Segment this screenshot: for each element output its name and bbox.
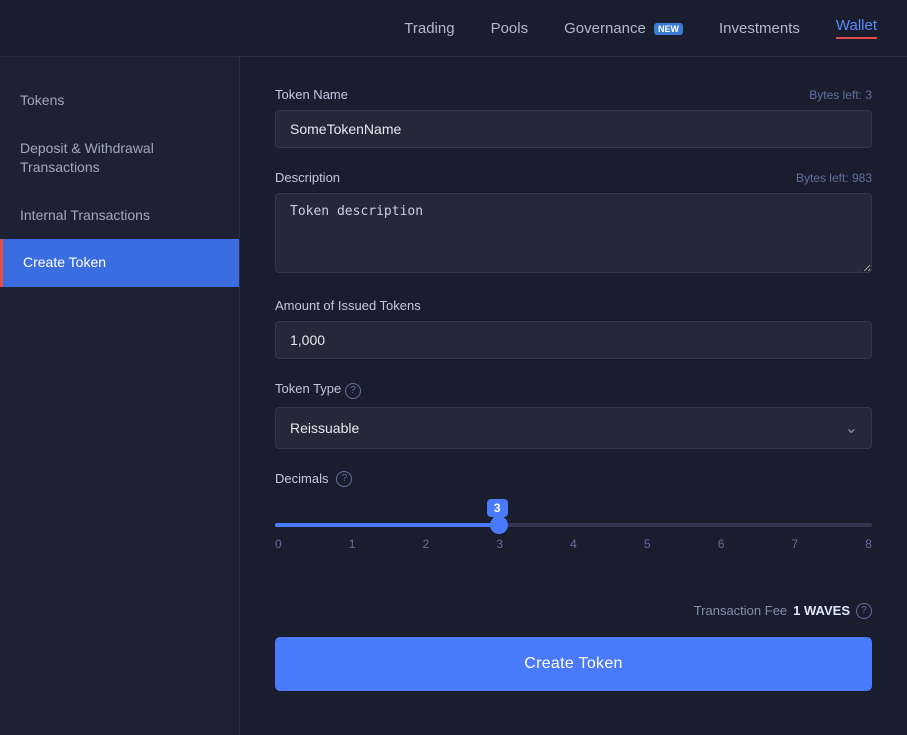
nav-governance[interactable]: Governance NEW xyxy=(564,20,683,37)
sidebar-item-internal-transactions[interactable]: Internal Transactions xyxy=(0,192,239,240)
slider-value-bubble: 3 xyxy=(487,499,508,517)
fee-help-icon[interactable]: ? xyxy=(856,603,872,619)
slider-fill xyxy=(275,523,499,527)
token-type-help-icon[interactable]: ? xyxy=(345,383,361,399)
amount-group: Amount of Issued Tokens xyxy=(275,298,872,359)
main-layout: Tokens Deposit & Withdrawal Transactions… xyxy=(0,57,907,735)
description-input[interactable]: Token description xyxy=(275,193,872,273)
amount-label: Amount of Issued Tokens xyxy=(275,298,421,313)
main-content: Token Name Bytes left: 3 Description Byt… xyxy=(240,57,907,735)
nav-wallet[interactable]: Wallet xyxy=(836,17,877,39)
slider-track xyxy=(275,523,872,527)
slider-ticks: 0 1 2 3 4 5 6 7 8 xyxy=(275,537,872,551)
description-bytes: Bytes left: 983 xyxy=(796,171,872,185)
token-type-group: Token Type ? Reissuable Non-reissuable ⌄ xyxy=(275,381,872,449)
create-token-button[interactable]: Create Token xyxy=(275,637,872,691)
decimals-help-icon[interactable]: ? xyxy=(336,471,352,487)
nav-investments[interactable]: Investments xyxy=(719,20,800,37)
token-name-label: Token Name xyxy=(275,87,348,102)
token-type-label: Token Type ? xyxy=(275,381,361,399)
token-name-bytes: Bytes left: 3 xyxy=(809,88,872,102)
sidebar-item-create-token[interactable]: Create Token xyxy=(0,239,239,287)
fee-label: Transaction Fee xyxy=(694,603,787,618)
sidebar: Tokens Deposit & Withdrawal Transactions… xyxy=(0,57,240,735)
token-type-select[interactable]: Reissuable Non-reissuable xyxy=(275,407,872,449)
fee-amount: 1 WAVES xyxy=(793,603,850,618)
fee-row: Transaction Fee 1 WAVES ? xyxy=(275,603,872,619)
top-navigation: Trading Pools Governance NEW Investments… xyxy=(0,0,907,57)
token-type-select-wrapper: Reissuable Non-reissuable ⌄ xyxy=(275,407,872,449)
nav-trading[interactable]: Trading xyxy=(404,20,454,37)
governance-badge: NEW xyxy=(654,23,683,35)
sidebar-item-deposit-withdrawal[interactable]: Deposit & Withdrawal Transactions xyxy=(0,125,239,192)
amount-input[interactable] xyxy=(275,321,872,359)
slider-thumb[interactable] xyxy=(490,516,508,534)
sidebar-item-tokens[interactable]: Tokens xyxy=(0,77,239,125)
description-label: Description xyxy=(275,170,340,185)
token-name-input[interactable] xyxy=(275,110,872,148)
token-name-group: Token Name Bytes left: 3 xyxy=(275,87,872,148)
nav-pools[interactable]: Pools xyxy=(491,20,529,37)
decimals-slider-container: 3 0 1 2 3 4 5 6 7 8 xyxy=(275,503,872,581)
decimals-group: Decimals ? 3 0 1 2 3 4 5 6 7 8 xyxy=(275,471,872,581)
decimals-label: Decimals xyxy=(275,471,328,486)
description-group: Description Bytes left: 983 Token descri… xyxy=(275,170,872,276)
